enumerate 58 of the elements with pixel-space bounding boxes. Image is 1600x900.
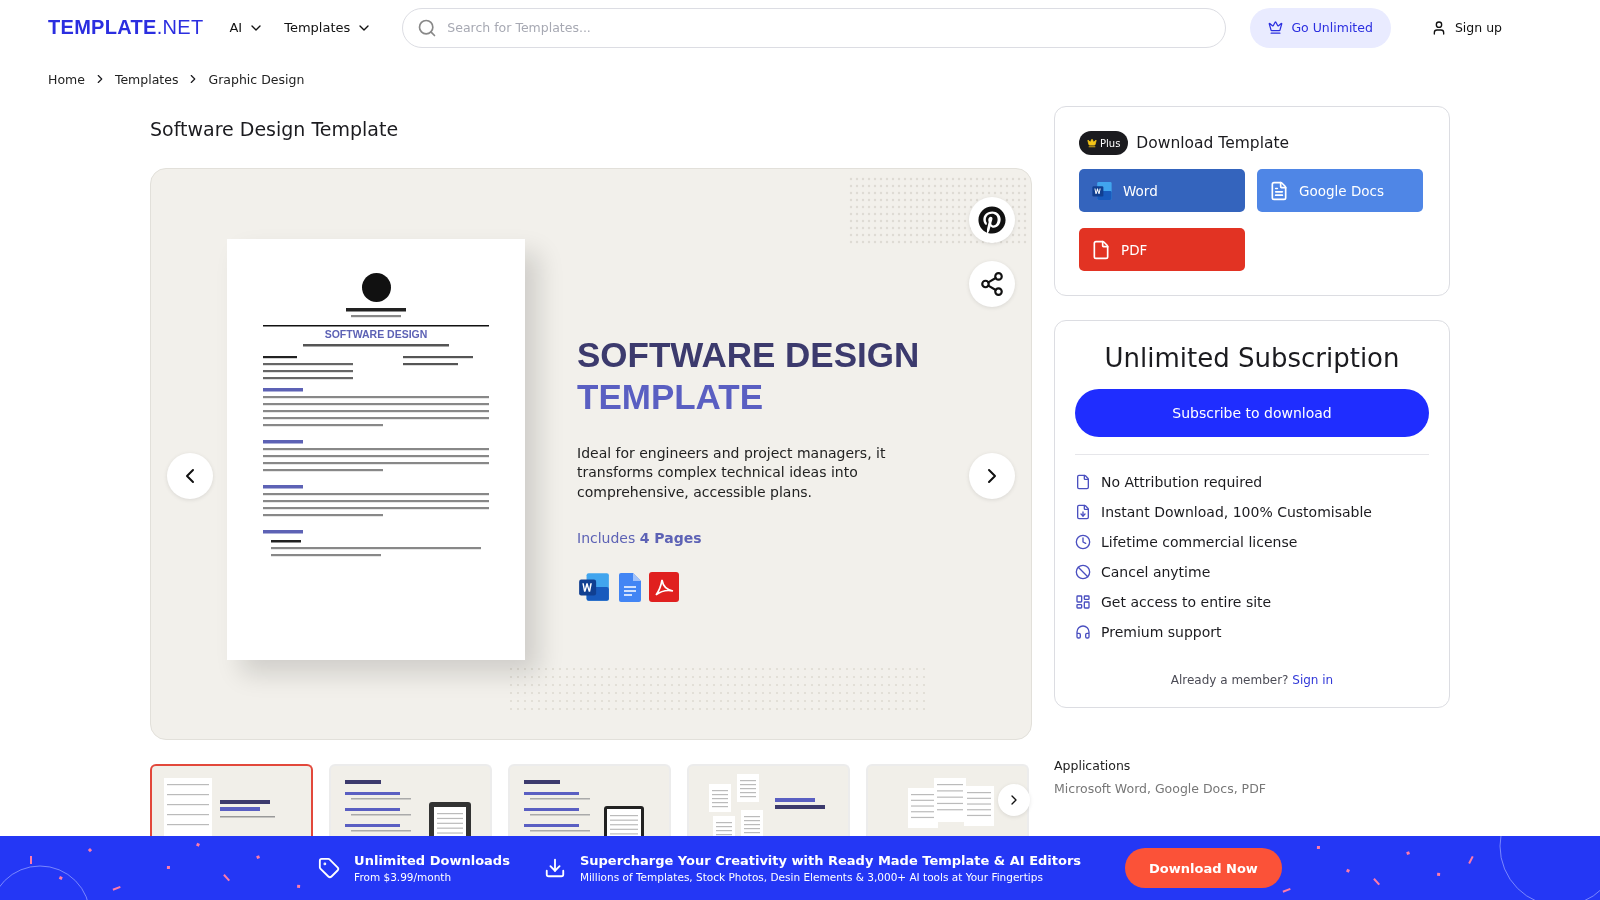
feature-text: Premium support bbox=[1101, 624, 1222, 640]
crown-icon bbox=[1268, 20, 1284, 35]
card-title: Unlimited Subscription bbox=[1103, 343, 1401, 373]
download-icon bbox=[543, 857, 566, 879]
plus-badge: Plus bbox=[1079, 131, 1129, 155]
file-download-icon bbox=[1075, 504, 1091, 520]
subscribe-button[interactable]: Subscribe to download bbox=[1075, 389, 1429, 437]
offer-title: Unlimited Downloads bbox=[354, 853, 510, 868]
feature-text: No Attribution required bbox=[1101, 474, 1263, 490]
site-logo[interactable]: TEMPLATE.NET bbox=[48, 16, 204, 39]
nav-menu[interactable]: AI bbox=[229, 19, 265, 36]
headline: TEMPLATE bbox=[577, 375, 764, 418]
share-icon bbox=[979, 271, 1005, 297]
feature-text: Lifetime commercial license bbox=[1101, 534, 1298, 550]
tag-icon bbox=[318, 857, 341, 879]
clock-icon bbox=[1075, 534, 1091, 550]
headset-icon bbox=[1075, 624, 1091, 640]
feature-text: Get access to entire site bbox=[1101, 594, 1272, 610]
document-icon bbox=[1269, 180, 1289, 201]
applications-value: Microsoft Word, Google Docs, PDF bbox=[1054, 781, 1267, 796]
nav-menu[interactable]: Templates bbox=[284, 19, 373, 36]
page-count: Includes 4 Pages bbox=[577, 530, 703, 547]
promo-title: Supercharge Your Creativity with Ready Made Template & AI Editors bbox=[579, 853, 1082, 868]
go-unlimited-button[interactable]: Go Unlimited bbox=[1250, 7, 1391, 48]
feature-text: Cancel anytime bbox=[1101, 564, 1211, 580]
share-button[interactable] bbox=[969, 261, 1015, 307]
thumbnail[interactable] bbox=[150, 764, 313, 836]
document-title: SOFTWARE DESIGN bbox=[323, 327, 429, 341]
card-title: Download Template bbox=[1136, 134, 1290, 152]
headline: SOFTWARE DESIGN bbox=[577, 333, 921, 376]
description: Ideal for engineers and project managers, it transforms complex technical ideas into comprehensive, accessible plans. bbox=[577, 443, 887, 502]
promo-subtitle: Millions of Templates, Stock Photos, Desin Elements & 3,000+ AI tools at Your Fingertips bbox=[579, 871, 1044, 883]
page-title: Software Design Template bbox=[150, 118, 400, 142]
pinterest-button[interactable] bbox=[969, 197, 1015, 243]
download-format-button[interactable]: Word bbox=[1079, 169, 1245, 212]
sign-up-link[interactable]: Sign up bbox=[1424, 18, 1508, 37]
offer-subtitle: From $3.99/month bbox=[354, 871, 453, 883]
feature-text: Instant Download, 100% Customisable bbox=[1101, 504, 1372, 520]
breadcrumb-link[interactable]: Graphic Design bbox=[208, 71, 305, 87]
docs-icon bbox=[619, 570, 641, 605]
breadcrumb-link[interactable]: Templates bbox=[114, 71, 179, 87]
crown-icon bbox=[1087, 138, 1097, 148]
pinterest-icon bbox=[978, 206, 1006, 234]
word-icon bbox=[1091, 179, 1113, 202]
breadcrumb-link[interactable]: Home bbox=[48, 71, 85, 87]
pdf-file-icon bbox=[1091, 239, 1111, 260]
applications-label: Applications bbox=[1054, 758, 1132, 773]
layout-icon bbox=[1075, 594, 1091, 610]
file-icon bbox=[1075, 474, 1091, 490]
member-prompt: Already a member? Sign in bbox=[1169, 673, 1335, 687]
logo-placeholder-icon bbox=[361, 272, 391, 302]
search-field[interactable]: Search for Templates... bbox=[445, 19, 1212, 36]
ban-icon bbox=[1075, 564, 1091, 580]
pdf-icon bbox=[649, 570, 679, 605]
download-format-button[interactable]: PDF bbox=[1079, 228, 1245, 271]
search-icon bbox=[417, 17, 438, 38]
sign-in-link[interactable]: Sign in bbox=[1292, 673, 1334, 687]
download-format-button[interactable]: Google Docs bbox=[1257, 169, 1423, 212]
